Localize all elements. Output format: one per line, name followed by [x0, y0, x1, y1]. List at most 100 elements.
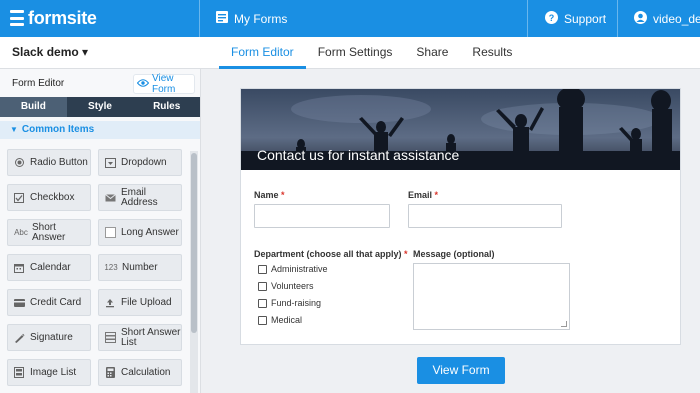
form-banner: Contact us for instant assistance: [241, 89, 680, 170]
item-email-address[interactable]: Email Address: [98, 184, 182, 211]
message-label: Message (optional): [413, 249, 495, 259]
eye-icon: [136, 78, 150, 90]
checkbox-box[interactable]: [258, 298, 267, 308]
item-label: Short Answer: [32, 221, 66, 243]
item-label: Checkbox: [30, 191, 75, 203]
item-label: Long Answer: [121, 226, 179, 238]
top-bar: formsite My Forms ? Support video_de: [0, 0, 700, 37]
logo-icon: [10, 10, 24, 26]
checkbox-box[interactable]: [258, 264, 267, 274]
item-label: Email Address: [121, 186, 158, 208]
email-label: Email *: [408, 190, 439, 200]
department-label: Department (choose all that apply) *: [254, 249, 408, 259]
view-form-label: View Form: [152, 73, 176, 95]
caret-down-icon: ▼: [10, 125, 18, 134]
item-calculation[interactable]: Calculation: [98, 359, 182, 386]
dropdown-icon: [103, 157, 117, 168]
item-short-answer[interactable]: Abc Short Answer: [7, 219, 91, 246]
tab-results[interactable]: Results: [460, 37, 524, 69]
checkbox-box[interactable]: [258, 281, 267, 291]
item-label: Radio Button: [30, 156, 88, 168]
item-credit-card[interactable]: Credit Card: [7, 289, 91, 316]
item-short-answer-list[interactable]: Short Answer List: [98, 324, 182, 351]
item-label: Calculation: [121, 366, 171, 378]
required-asterisk: *: [404, 249, 408, 259]
item-long-answer[interactable]: Long Answer: [98, 219, 182, 246]
logo-text: formsite: [28, 7, 97, 28]
checkbox-box[interactable]: [258, 315, 267, 325]
sidebar: Form Editor View Form Build Style Rules …: [0, 69, 201, 393]
radio-icon: [12, 158, 26, 167]
editor-tabs: Form Editor Form Settings Share Results: [219, 37, 524, 69]
message-textarea[interactable]: [413, 263, 570, 330]
upload-icon: [103, 298, 117, 308]
banner-title: Contact us for instant assistance: [257, 147, 460, 163]
view-form-button[interactable]: View Form: [417, 357, 505, 384]
item-label: Calendar: [30, 261, 71, 273]
my-forms-link[interactable]: My Forms: [216, 0, 287, 37]
user-icon: [634, 10, 647, 27]
name-input[interactable]: [254, 204, 390, 228]
item-label: Image List: [30, 366, 77, 378]
user-menu[interactable]: video_de: [634, 0, 700, 37]
divider: [617, 0, 618, 37]
checkbox-administrative[interactable]: Administrative: [258, 264, 328, 274]
long-answer-icon: [103, 227, 117, 238]
item-radio-button[interactable]: Radio Button: [7, 149, 91, 176]
support-link[interactable]: ? Support: [545, 0, 606, 37]
sidebar-title: Form Editor: [12, 78, 65, 89]
email-icon: [103, 193, 117, 202]
item-image-list[interactable]: Image List: [7, 359, 91, 386]
name-label: Name *: [254, 190, 285, 200]
form-preview: Contact us for instant assistance Name *…: [240, 88, 681, 345]
scrollbar-thumb[interactable]: [191, 153, 197, 333]
item-label: File Upload: [121, 296, 172, 308]
tab-share[interactable]: Share: [404, 37, 460, 69]
checkbox-medical[interactable]: Medical: [258, 315, 302, 325]
tab-form-settings[interactable]: Form Settings: [306, 37, 405, 69]
help-icon: ?: [545, 10, 558, 27]
tab-style[interactable]: Style: [67, 97, 134, 117]
item-label: Credit Card: [30, 296, 82, 308]
tab-form-editor[interactable]: Form Editor: [219, 37, 306, 69]
email-input[interactable]: [408, 204, 562, 228]
sub-header: Slack demo ▾ Form Editor Form Settings S…: [0, 37, 700, 69]
view-form-link[interactable]: View Form: [133, 73, 195, 95]
checkbox-label: Medical: [271, 315, 303, 325]
item-signature[interactable]: Signature: [7, 324, 91, 351]
sidebar-tabs: Build Style Rules: [0, 97, 200, 117]
required-asterisk: *: [434, 190, 439, 200]
calculator-icon: [103, 367, 117, 378]
item-dropdown[interactable]: Dropdown: [98, 149, 182, 176]
tab-build[interactable]: Build: [0, 97, 67, 117]
abc-icon: Abc: [14, 228, 28, 237]
form-selector[interactable]: Slack demo ▾: [12, 45, 88, 59]
formsite-logo[interactable]: formsite: [10, 8, 97, 28]
checkbox-label: Fund-raising: [271, 298, 322, 308]
sidebar-scrollbar[interactable]: [190, 151, 198, 393]
support-label: Support: [564, 11, 607, 26]
number-icon: 123: [104, 263, 118, 272]
list-icon: [103, 332, 117, 343]
my-forms-label: My Forms: [234, 11, 288, 26]
checkbox-label: Volunteers: [271, 281, 314, 291]
tab-rules[interactable]: Rules: [133, 97, 200, 117]
item-label: Dropdown: [121, 156, 167, 168]
checkbox-fund-raising[interactable]: Fund-raising: [258, 298, 321, 308]
credit-card-icon: [12, 298, 26, 307]
resize-grip-icon[interactable]: [561, 321, 567, 327]
required-asterisk: *: [281, 190, 285, 200]
svg-text:?: ?: [549, 13, 555, 23]
calendar-icon: [12, 263, 26, 273]
item-file-upload[interactable]: File Upload: [98, 289, 182, 316]
item-checkbox[interactable]: Checkbox: [7, 184, 91, 211]
image-list-icon: [12, 367, 26, 378]
signature-icon: [12, 333, 26, 343]
checkbox-volunteers[interactable]: Volunteers: [258, 281, 314, 291]
divider: [527, 0, 528, 37]
item-label: Signature: [30, 331, 73, 343]
checkbox-label: Administrative: [271, 264, 328, 274]
item-number[interactable]: 123 Number: [98, 254, 182, 281]
item-calendar[interactable]: Calendar: [7, 254, 91, 281]
common-items-section[interactable]: ▼ Common Items: [0, 121, 200, 139]
